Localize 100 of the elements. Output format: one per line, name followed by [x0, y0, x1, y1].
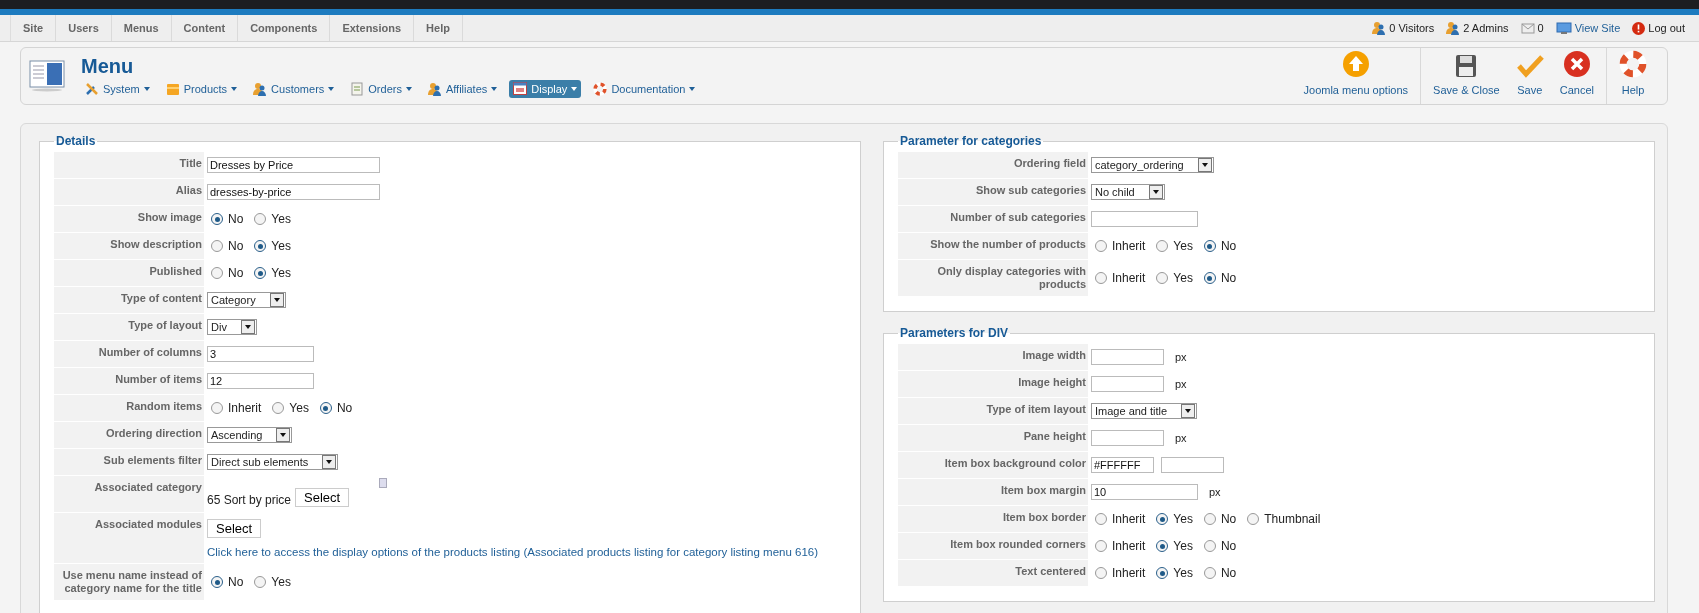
radio-button[interactable] [1203, 240, 1216, 252]
radio-label: Inherit [1112, 271, 1146, 285]
radio-button[interactable] [211, 240, 223, 252]
field-label: Published [54, 260, 204, 286]
radio-button[interactable] [211, 267, 223, 279]
view-site-link[interactable]: View Site [1574, 22, 1621, 34]
radio-button[interactable] [1156, 540, 1169, 552]
radio-label: No [228, 212, 244, 226]
people-icon [1372, 21, 1387, 35]
nav-menu-item[interactable]: Display [509, 79, 582, 98]
radio-label: No [1220, 539, 1237, 553]
field-label: Item box background color [898, 452, 1088, 478]
nav-menu-item[interactable]: Affiliates [423, 79, 502, 98]
color-field[interactable]: #FFFFFF [1091, 457, 1154, 473]
radio-button[interactable] [211, 576, 223, 588]
text-field[interactable]: dresses-by-price [207, 184, 380, 200]
toolbar-button[interactable]: Help [1613, 50, 1653, 96]
menu-item[interactable]: Menus [111, 15, 172, 41]
toolbar-button[interactable]: Cancel [1553, 50, 1600, 96]
toolbar-button[interactable]: Save & Close [1427, 54, 1506, 96]
radio-button[interactable] [211, 402, 223, 414]
dropdown[interactable]: Div [207, 319, 257, 335]
menu-item[interactable]: Content [171, 15, 239, 41]
radio-button[interactable] [1095, 240, 1107, 252]
radio-button[interactable] [1095, 272, 1107, 284]
dropdown[interactable]: Category [207, 292, 286, 308]
radio-button[interactable] [254, 267, 267, 279]
radio-button[interactable] [319, 402, 332, 414]
unit-label: px [1209, 486, 1221, 498]
radio-label: No [1220, 566, 1237, 580]
radio-button[interactable] [1247, 513, 1260, 525]
close-icon [1562, 50, 1591, 78]
caret-icon [143, 86, 150, 91]
radio-button[interactable] [254, 576, 267, 588]
field-label: Random items [54, 395, 204, 421]
radio-button[interactable] [1095, 540, 1107, 552]
radio-button[interactable] [1203, 567, 1216, 579]
radio-button[interactable] [272, 402, 285, 414]
radio-button[interactable] [1156, 567, 1169, 579]
radio-label: Yes [1173, 566, 1193, 580]
radio-button[interactable] [211, 213, 223, 225]
field-label: Show image [54, 206, 204, 232]
field-label: Text centered [898, 560, 1088, 586]
text-field[interactable]: Dresses by Price [207, 157, 380, 173]
radio-label: Inherit [1112, 239, 1146, 253]
status-text[interactable]: Log out [1648, 22, 1685, 34]
dropdown[interactable]: Direct sub elements [207, 454, 339, 470]
text-field[interactable]: 12 [207, 373, 314, 389]
nav-menu-item[interactable]: Documentation [589, 79, 700, 98]
radio-button[interactable] [1095, 567, 1107, 579]
menu-item[interactable]: Extensions [330, 15, 415, 41]
section-title: Parameter for categories [899, 134, 1043, 148]
dropdown[interactable]: Ascending [207, 427, 293, 443]
menu-item[interactable]: Components [238, 15, 331, 41]
radio-label: Thumbnail [1264, 512, 1321, 526]
radio-button[interactable] [1203, 513, 1216, 525]
nav-menu-item[interactable]: Orders [346, 79, 416, 98]
caret-icon [491, 86, 498, 91]
radio-button[interactable] [254, 240, 267, 252]
status-text: 2 Admins [1463, 22, 1509, 34]
radio-button[interactable] [1156, 272, 1169, 284]
dropdown[interactable]: No child [1091, 184, 1165, 200]
text-field[interactable] [1091, 430, 1164, 446]
dropdown[interactable]: Image and title [1091, 403, 1198, 419]
nav-menu-item[interactable]: System [81, 79, 154, 98]
text-field[interactable] [1091, 211, 1198, 227]
radio-button[interactable] [1203, 540, 1216, 552]
status-text: 0 [1537, 22, 1544, 34]
field-label: Image height [898, 371, 1088, 397]
select-button[interactable]: Select [295, 488, 350, 507]
caret-icon [322, 455, 337, 469]
caret-icon [231, 86, 238, 91]
radio-button[interactable] [1156, 240, 1169, 252]
image-icon [379, 478, 388, 488]
text-field[interactable] [1161, 457, 1224, 473]
toolbar-button[interactable]: Save [1509, 54, 1550, 96]
toolbar-button[interactable]: Joomla menu options [1297, 50, 1415, 96]
menu-item[interactable]: Users [56, 15, 112, 41]
radio-button[interactable] [1156, 513, 1169, 525]
nav-menu-item[interactable]: Products [161, 79, 242, 98]
menu-item[interactable]: Site [11, 15, 57, 41]
text-field[interactable]: 10 [1091, 484, 1198, 500]
lifebuoy-icon [593, 81, 608, 96]
radio-button[interactable] [254, 213, 267, 225]
field-label: Number of items [54, 368, 204, 394]
envelope-icon [1520, 22, 1535, 34]
field-label: Item box margin [898, 479, 1088, 505]
radio-button[interactable] [1203, 272, 1216, 284]
caret-icon [1197, 158, 1212, 172]
radio-label: Yes [271, 266, 291, 280]
text-field[interactable] [1091, 376, 1164, 392]
menu-item[interactable]: Help [414, 15, 463, 41]
select-button[interactable]: Select [207, 519, 262, 538]
text-field[interactable] [1091, 349, 1164, 365]
folder-icon [165, 81, 180, 96]
display-options-link[interactable]: Click here to access the display options of the products listing (Associated products listing for category listing menu 616) [207, 546, 819, 558]
dropdown[interactable]: category_ordering [1091, 157, 1214, 173]
nav-menu-item[interactable]: Customers [249, 79, 339, 98]
text-field[interactable]: 3 [207, 346, 314, 362]
radio-button[interactable] [1095, 513, 1107, 525]
